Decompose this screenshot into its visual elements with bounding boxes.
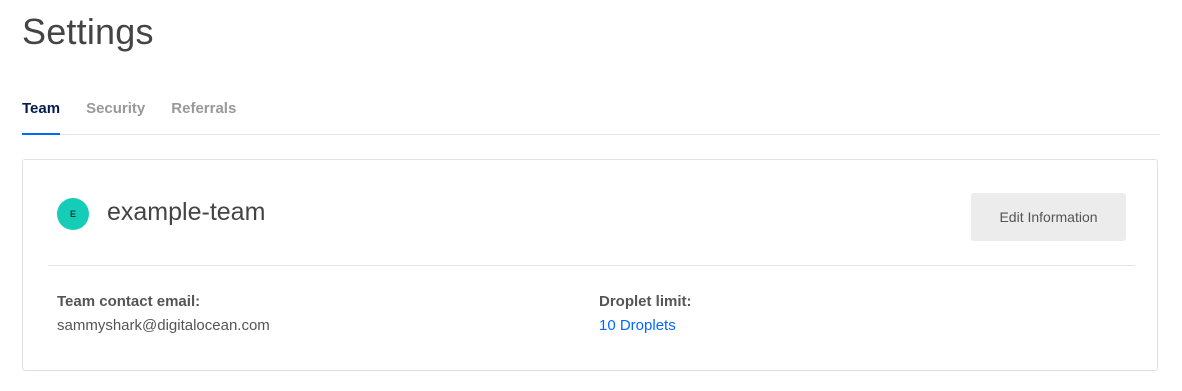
team-contact-email-value: sammyshark@digitalocean.com: [57, 317, 270, 334]
edit-information-button[interactable]: Edit Information: [971, 193, 1126, 241]
droplet-limit-label: Droplet limit:: [599, 293, 692, 310]
team-name: example-team: [107, 198, 266, 226]
settings-page: Settings Team Security Referrals E examp…: [0, 0, 1182, 391]
droplet-limit-link[interactable]: 10 Droplets: [599, 316, 676, 336]
page-title: Settings: [22, 11, 154, 52]
tab-referrals[interactable]: Referrals: [171, 96, 236, 133]
settings-tabs: Team Security Referrals: [22, 96, 1160, 135]
tab-team[interactable]: Team: [22, 96, 61, 135]
team-avatar: E: [57, 198, 89, 230]
team-contact-email-label: Team contact email:: [57, 293, 201, 310]
team-card: E example-team Edit Information Team con…: [22, 159, 1158, 371]
tab-security[interactable]: Security: [86, 96, 145, 133]
card-divider: [48, 265, 1135, 266]
